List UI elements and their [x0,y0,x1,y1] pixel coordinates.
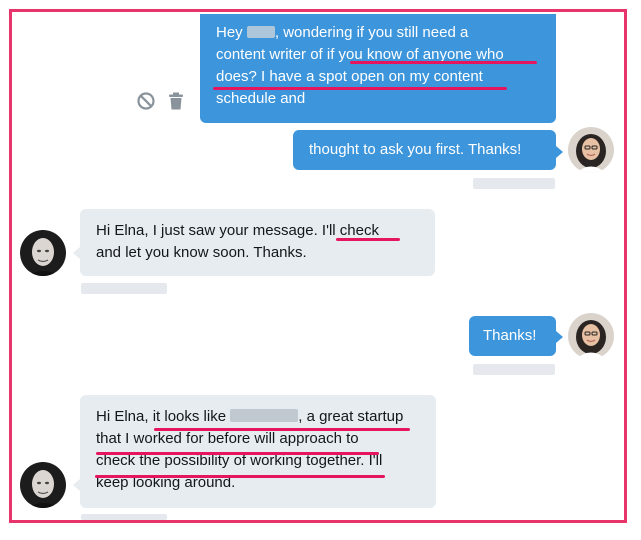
message-line: Hey , wondering if you still need a [216,22,540,44]
timestamp-redacted [81,514,167,520]
avatar-sender[interactable] [568,313,614,359]
bubble-tail [556,331,563,343]
message-text: Hi Elna, it looks like [96,408,227,425]
message-bubble-incoming[interactable]: Hi Elna, I just saw your message. I'll c… [80,209,435,276]
bubble-tail [73,479,80,491]
timestamp-redacted [473,178,555,189]
message-bubble-outgoing[interactable]: thought to ask you first. Thanks! [293,130,556,170]
highlight-underline [213,87,507,90]
timestamp-redacted [81,283,167,294]
block-icon[interactable] [136,91,156,111]
bubble-tail [556,146,563,158]
highlight-underline [95,475,385,478]
message-bubble-outgoing[interactable]: Thanks! [469,316,556,356]
message-bubble-outgoing[interactable]: Hey , wondering if you still need a cont… [200,14,556,123]
avatar-sender[interactable] [568,127,614,173]
message-text: thought to ask you first. Thanks! [309,141,522,158]
redacted-name [246,26,275,38]
redacted-company [230,409,299,422]
trash-icon[interactable] [167,91,185,111]
message-text: Thanks! [483,327,537,344]
message-line: and let you know soon. Thanks. [96,244,307,261]
highlight-underline [96,452,379,455]
bubble-tail [73,247,80,259]
avatar-contact[interactable] [20,230,66,276]
highlight-underline [154,428,410,431]
message-text: Hey [216,24,243,41]
message-line: that I worked for before will approach t… [96,430,359,447]
highlight-underline [336,238,400,241]
message-line: Hi Elna, it looks like , a great startup [96,406,420,428]
avatar-contact[interactable] [20,462,66,508]
message-line: does? I have a spot open on my content [216,68,483,85]
message-text: , a great startup [298,408,404,425]
message-line: schedule and [216,90,306,107]
message-text: , wondering if you still need a [274,24,469,41]
highlight-underline [350,61,537,64]
timestamp-redacted [473,364,555,375]
